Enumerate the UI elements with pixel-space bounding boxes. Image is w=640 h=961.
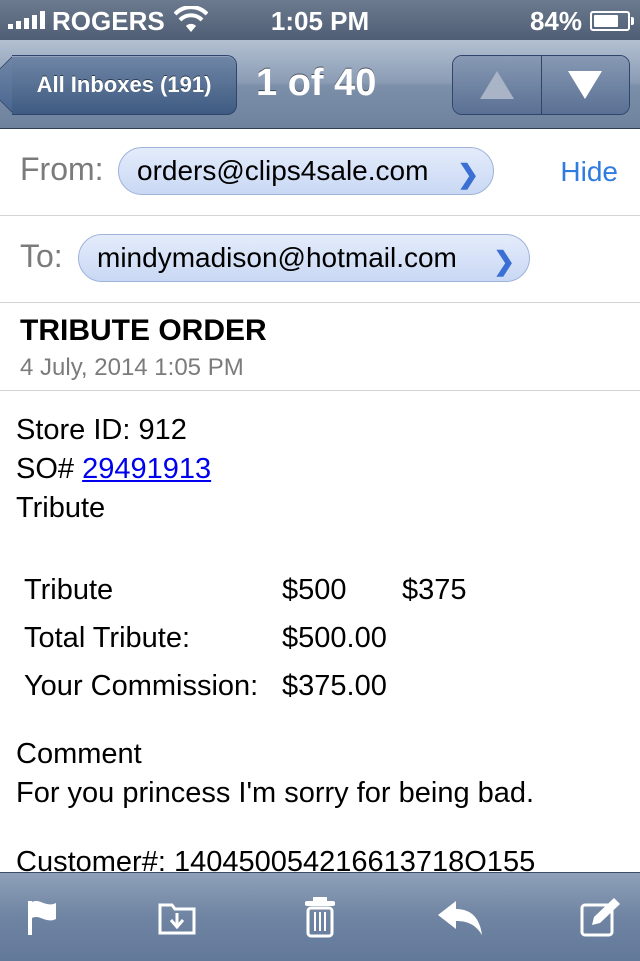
navigation-bar: All Inboxes (191) 1 of 40 xyxy=(0,40,640,129)
hide-details-link[interactable]: Hide xyxy=(560,156,618,188)
arrow-up-icon xyxy=(479,71,514,99)
back-button[interactable]: All Inboxes (191) xyxy=(12,55,237,115)
to-address: mindymadison@hotmail.com xyxy=(97,242,457,273)
bottom-toolbar xyxy=(0,872,640,961)
from-address-chip[interactable]: orders@clips4sale.com ❯ xyxy=(118,147,494,195)
table-row: Your Commission: $375.00 xyxy=(24,662,522,710)
table-row: Tribute $500 $375 xyxy=(24,566,522,614)
status-bar: ROGERS 1:05 PM 84% xyxy=(0,0,640,40)
to-row: To: mindymadison@hotmail.com ❯ xyxy=(0,216,640,303)
previous-message-button[interactable] xyxy=(453,56,541,114)
battery-icon xyxy=(590,11,634,31)
flag-icon[interactable] xyxy=(22,895,66,939)
from-label: From: xyxy=(20,151,104,187)
order-type-line: Tribute xyxy=(16,492,106,524)
from-row: From: orders@clips4sale.com ❯ Hide xyxy=(0,129,640,216)
chevron-right-icon: ❯ xyxy=(457,159,479,189)
to-address-chip[interactable]: mindymadison@hotmail.com ❯ xyxy=(78,234,530,282)
table-cell: Total Tribute: xyxy=(24,621,191,654)
message-position-title: 1 of 40 xyxy=(256,62,377,104)
comment-text: For you princess I'm sorry for being bad… xyxy=(16,777,535,809)
back-button-label: All Inboxes (191) xyxy=(36,72,212,97)
table-cell: $375.00 xyxy=(282,669,387,702)
so-line: SO# 29491913 xyxy=(16,453,211,486)
compose-icon[interactable] xyxy=(578,895,622,939)
table-cell: $500.00 xyxy=(282,621,387,654)
store-id-line: Store ID: 912 xyxy=(16,414,187,446)
from-address: orders@clips4sale.com xyxy=(137,155,429,186)
table-cell: Tribute xyxy=(24,573,114,606)
move-to-folder-icon[interactable] xyxy=(156,895,200,939)
message-navigation-control xyxy=(452,55,630,115)
reply-icon[interactable] xyxy=(436,895,482,939)
message-date: 4 July, 2014 1:05 PM xyxy=(20,354,244,381)
table-cell: $500 xyxy=(282,573,347,606)
table-row: Total Tribute: $500.00 xyxy=(24,614,522,662)
to-label: To: xyxy=(20,238,63,274)
comment-label: Comment xyxy=(16,738,142,770)
arrow-down-icon xyxy=(568,71,603,99)
so-number-link[interactable]: 29491913 xyxy=(82,453,211,485)
trash-icon[interactable] xyxy=(298,895,342,939)
table-cell: Your Commission: xyxy=(24,669,259,702)
tribute-table: Tribute $500 $375 Total Tribute: $500.00… xyxy=(24,566,522,710)
table-cell: $375 xyxy=(402,573,467,606)
message-subject: TRIBUTE ORDER xyxy=(20,314,267,347)
so-prefix: SO# xyxy=(16,453,83,485)
battery-percentage: 84% xyxy=(529,6,582,36)
battery-fill xyxy=(594,15,618,27)
next-message-button[interactable] xyxy=(540,56,629,114)
chevron-right-icon: ❯ xyxy=(493,246,515,276)
